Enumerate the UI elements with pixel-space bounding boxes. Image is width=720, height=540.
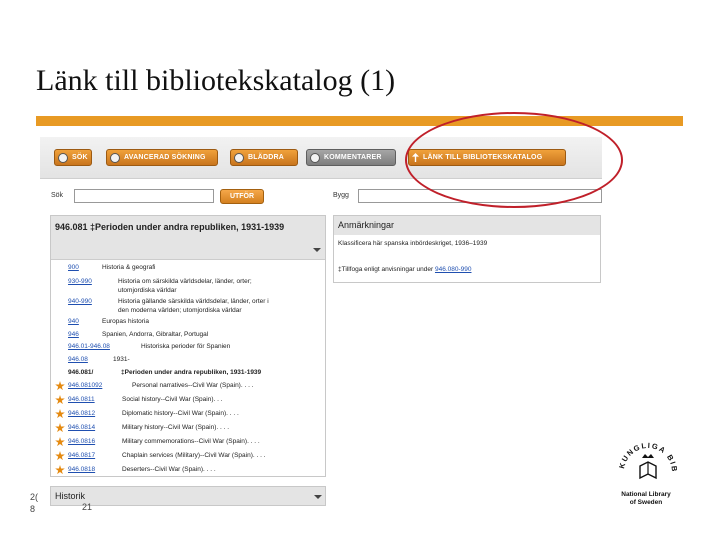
class-link[interactable]: 946.0811: [68, 396, 95, 404]
note-text: Klassificera här spanska inbördeskriget,…: [338, 240, 488, 247]
star-icon: [55, 409, 65, 419]
page-number: 21: [82, 502, 93, 512]
entry-heading: 946.081 ‡Perioden under andra republiken…: [55, 222, 285, 232]
notes-panel: Anmärkningar Klassificera här spanska in…: [333, 215, 601, 283]
note-reference: ‡Tillfoga enligt anvisningar under 946.0…: [338, 266, 472, 273]
star-icon: [55, 381, 65, 391]
star-icon: [55, 451, 65, 461]
class-link[interactable]: 946.081092: [68, 382, 102, 390]
classification-panel: 946.081 ‡Perioden under andra republiken…: [50, 215, 326, 477]
class-link[interactable]: 946.01-946.08: [68, 343, 110, 351]
search-button[interactable]: SÖK: [54, 149, 92, 166]
go-button[interactable]: UTFÖR: [220, 189, 264, 204]
class-link[interactable]: 946.0818: [68, 466, 95, 474]
chevron-down-icon[interactable]: [313, 248, 321, 252]
slide-title: Länk till bibliotekskatalog (1): [36, 64, 396, 97]
note-link[interactable]: 946.080-990: [435, 266, 472, 273]
search-label: Sök: [51, 192, 64, 199]
chevron-down-icon[interactable]: [314, 495, 322, 499]
class-link[interactable]: 900: [68, 264, 79, 272]
advanced-search-button[interactable]: AVANCERAD SÖKNING: [106, 149, 218, 166]
class-link[interactable]: 946.0812: [68, 410, 95, 418]
logo-caption: National Library of Sweden: [621, 491, 671, 506]
notes-heading: Anmärkningar: [334, 216, 600, 235]
footer-fragment: 8: [30, 504, 36, 514]
star-icon: [55, 465, 65, 475]
star-icon: [55, 395, 65, 405]
class-link[interactable]: 946.08: [68, 356, 88, 364]
highlight-ellipse: [405, 112, 623, 208]
search-input[interactable]: [74, 189, 214, 203]
class-link[interactable]: 930-990: [68, 278, 92, 286]
class-link[interactable]: 946.0817: [68, 452, 95, 460]
class-link[interactable]: 940-990: [68, 298, 92, 306]
build-label: Bygg: [333, 192, 349, 199]
history-label: Historik: [55, 491, 86, 501]
class-link[interactable]: 940: [68, 318, 79, 326]
browse-button[interactable]: BLÄDDRA: [230, 149, 298, 166]
star-icon: [55, 423, 65, 433]
circle-icon: [310, 152, 320, 163]
search-icon: [110, 152, 120, 163]
comments-button[interactable]: KOMMENTARER: [306, 149, 396, 166]
star-icon: [55, 437, 65, 447]
class-link[interactable]: 946.0814: [68, 424, 95, 432]
entry-header: 946.081 ‡Perioden under andra republiken…: [51, 216, 325, 260]
class-link[interactable]: 946: [68, 331, 79, 339]
footer-fragment: 2(: [30, 492, 39, 502]
class-link[interactable]: 946.0816: [68, 438, 95, 446]
camera-icon: [234, 152, 244, 163]
search-icon: [58, 152, 68, 163]
